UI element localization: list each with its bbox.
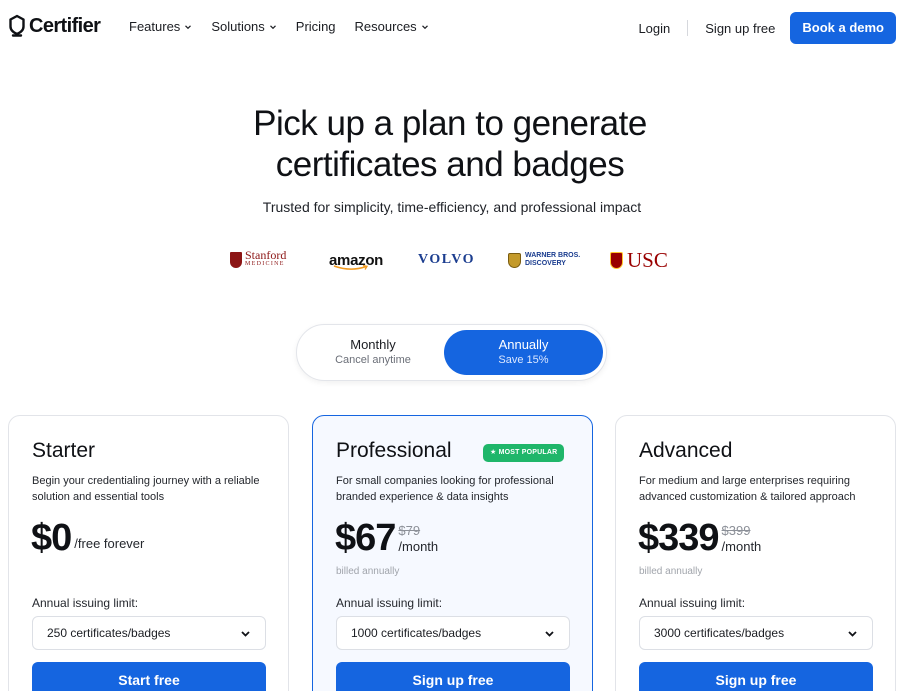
stanford-wordmark: Stanford MEDICINE — [245, 248, 287, 269]
certifier-logo-icon — [9, 14, 25, 37]
issuing-limit-value: 250 certificates/badges — [47, 626, 171, 640]
chevron-down-icon — [421, 24, 428, 29]
plan-price-amount: $0 — [31, 517, 72, 559]
page-title: Pick up a plan to generate certificates … — [0, 103, 900, 185]
plan-price-amount: $67 — [335, 517, 396, 559]
plan-name: Starter — [32, 439, 96, 462]
start-free-button[interactable]: Start free — [32, 662, 266, 691]
badge-label: MOST POPULAR — [498, 449, 558, 456]
chevron-down-icon — [269, 24, 276, 29]
main-menu: Features Solutions Pricing Resources — [129, 19, 448, 34]
plan-price-amount: $339 — [638, 517, 720, 559]
stanford-medicine-text: MEDICINE — [245, 261, 285, 267]
plan-price-details: /free forever — [74, 516, 174, 560]
stanford-text: Stanford — [245, 248, 287, 262]
nav-divider — [687, 20, 689, 36]
volvo-logo: VOLVO — [418, 248, 475, 272]
volvo-text: VOLVO — [418, 252, 475, 267]
plan-price-period: /month — [398, 539, 439, 554]
plan-price-details: $399 /month — [722, 516, 792, 560]
plan-description: For small companies looking for professi… — [336, 475, 554, 503]
menu-resources-label: Resources — [354, 19, 417, 34]
wb-text-1: WARNER BROS. — [525, 252, 581, 259]
issuing-limit-label: Annual issuing limit: — [639, 596, 746, 610]
book-demo-button[interactable]: Book a demo — [790, 12, 896, 44]
billing-monthly-label: Monthly — [350, 337, 396, 352]
issuing-limit-label: Annual issuing limit: — [32, 596, 139, 610]
wb-shield-icon — [508, 252, 521, 268]
issuing-limit-select[interactable]: 250 certificates/badges — [32, 616, 266, 650]
plan-name: Advanced — [639, 439, 733, 462]
menu-resources[interactable]: Resources — [355, 19, 429, 34]
wb-wordmark: WARNER BROS. DISCOVERY — [525, 252, 580, 268]
plan-old-price: $399 — [721, 523, 751, 538]
usc-shield-icon — [610, 251, 623, 269]
plan-old-price: $79 — [398, 523, 421, 538]
billed-annually-note: billed annually — [639, 566, 703, 577]
billing-annually-sub: Save 15% — [498, 354, 549, 366]
plan-name: Professional — [336, 439, 452, 462]
login-link[interactable]: Login — [638, 21, 670, 36]
billed-annually-note: billed annually — [336, 566, 400, 577]
plan-description: For medium and large enterprises requiri… — [639, 475, 856, 503]
issuing-limit-value: 1000 certificates/badges — [351, 626, 482, 640]
signup-link[interactable]: Sign up free — [705, 21, 775, 36]
usc-logo: USC — [610, 248, 668, 272]
issuing-limit-value: 3000 certificates/badges — [654, 626, 785, 640]
chevron-down-icon — [545, 630, 554, 637]
sign-up-free-button[interactable]: Sign up free — [336, 662, 570, 691]
stanford-medicine-logo: Stanford MEDICINE — [230, 248, 286, 272]
logo-text: Certifier — [29, 14, 101, 37]
menu-pricing-label: Pricing — [295, 19, 336, 34]
chevron-down-icon — [848, 630, 857, 637]
issuing-limit-select[interactable]: 3000 certificates/badges — [639, 616, 873, 650]
billing-monthly-option[interactable]: Monthly Cancel anytime — [301, 330, 445, 375]
billing-annually-option[interactable]: Annually Save 15% — [444, 330, 603, 375]
menu-pricing[interactable]: Pricing — [296, 19, 336, 34]
issuing-limit-select[interactable]: 1000 certificates/badges — [336, 616, 570, 650]
plan-price-period: /month — [721, 539, 762, 554]
plan-card-starter: Starter Begin your credentialing journey… — [8, 415, 289, 691]
usc-text: USC — [627, 247, 668, 272]
menu-solutions-label: Solutions — [211, 19, 265, 34]
plan-card-advanced: Advanced For medium and large enterprise… — [615, 415, 896, 691]
chevron-down-icon — [241, 630, 250, 637]
chevron-down-icon — [185, 24, 192, 29]
plan-description: Begin your credentialing journey with a … — [32, 475, 260, 503]
customer-logos: Stanford MEDICINE amazon VOLVO WARNER BR… — [230, 248, 674, 272]
menu-solutions[interactable]: Solutions — [211, 19, 276, 34]
wb-text-2: DISCOVERY — [525, 260, 566, 267]
star-icon: ★ — [490, 449, 499, 456]
stanford-shield-icon — [230, 252, 242, 268]
warner-bros-discovery-logo: WARNER BROS. DISCOVERY — [508, 248, 580, 272]
plan-price: $339 $399 /month — [638, 516, 792, 560]
billing-monthly-sub: Cancel anytime — [335, 354, 411, 366]
page-title-line-2: certificates and badges — [275, 145, 625, 184]
plan-price: $0 /free forever — [31, 516, 174, 560]
plan-price-details: $79 /month — [398, 516, 468, 560]
issuing-limit-label: Annual issuing limit: — [336, 596, 443, 610]
page-subtitle: Trusted for simplicity, time-efficiency,… — [262, 199, 642, 215]
menu-features[interactable]: Features — [129, 19, 192, 34]
sign-up-free-button[interactable]: Sign up free — [639, 662, 873, 691]
plan-card-professional: Professional ★ MOST POPULAR For small co… — [312, 415, 593, 691]
top-navigation: Certifier Features Solutions Pricing Res… — [0, 0, 900, 56]
plan-price: $67 $79 /month — [335, 516, 468, 560]
menu-features-label: Features — [129, 19, 181, 34]
amazon-logo: amazon — [329, 248, 383, 272]
billing-annually-label: Annually — [498, 337, 549, 352]
nav-actions: Login Sign up free Book a demo — [638, 12, 896, 44]
billing-period-toggle: Monthly Cancel anytime Annually Save 15% — [296, 324, 607, 381]
amazon-smile-icon — [333, 265, 369, 270]
plan-price-period: /free forever — [74, 536, 145, 551]
most-popular-badge: ★ MOST POPULAR — [483, 444, 565, 462]
certifier-logo[interactable]: Certifier — [8, 14, 101, 38]
page-title-line-1: Pick up a plan to generate — [253, 104, 647, 143]
